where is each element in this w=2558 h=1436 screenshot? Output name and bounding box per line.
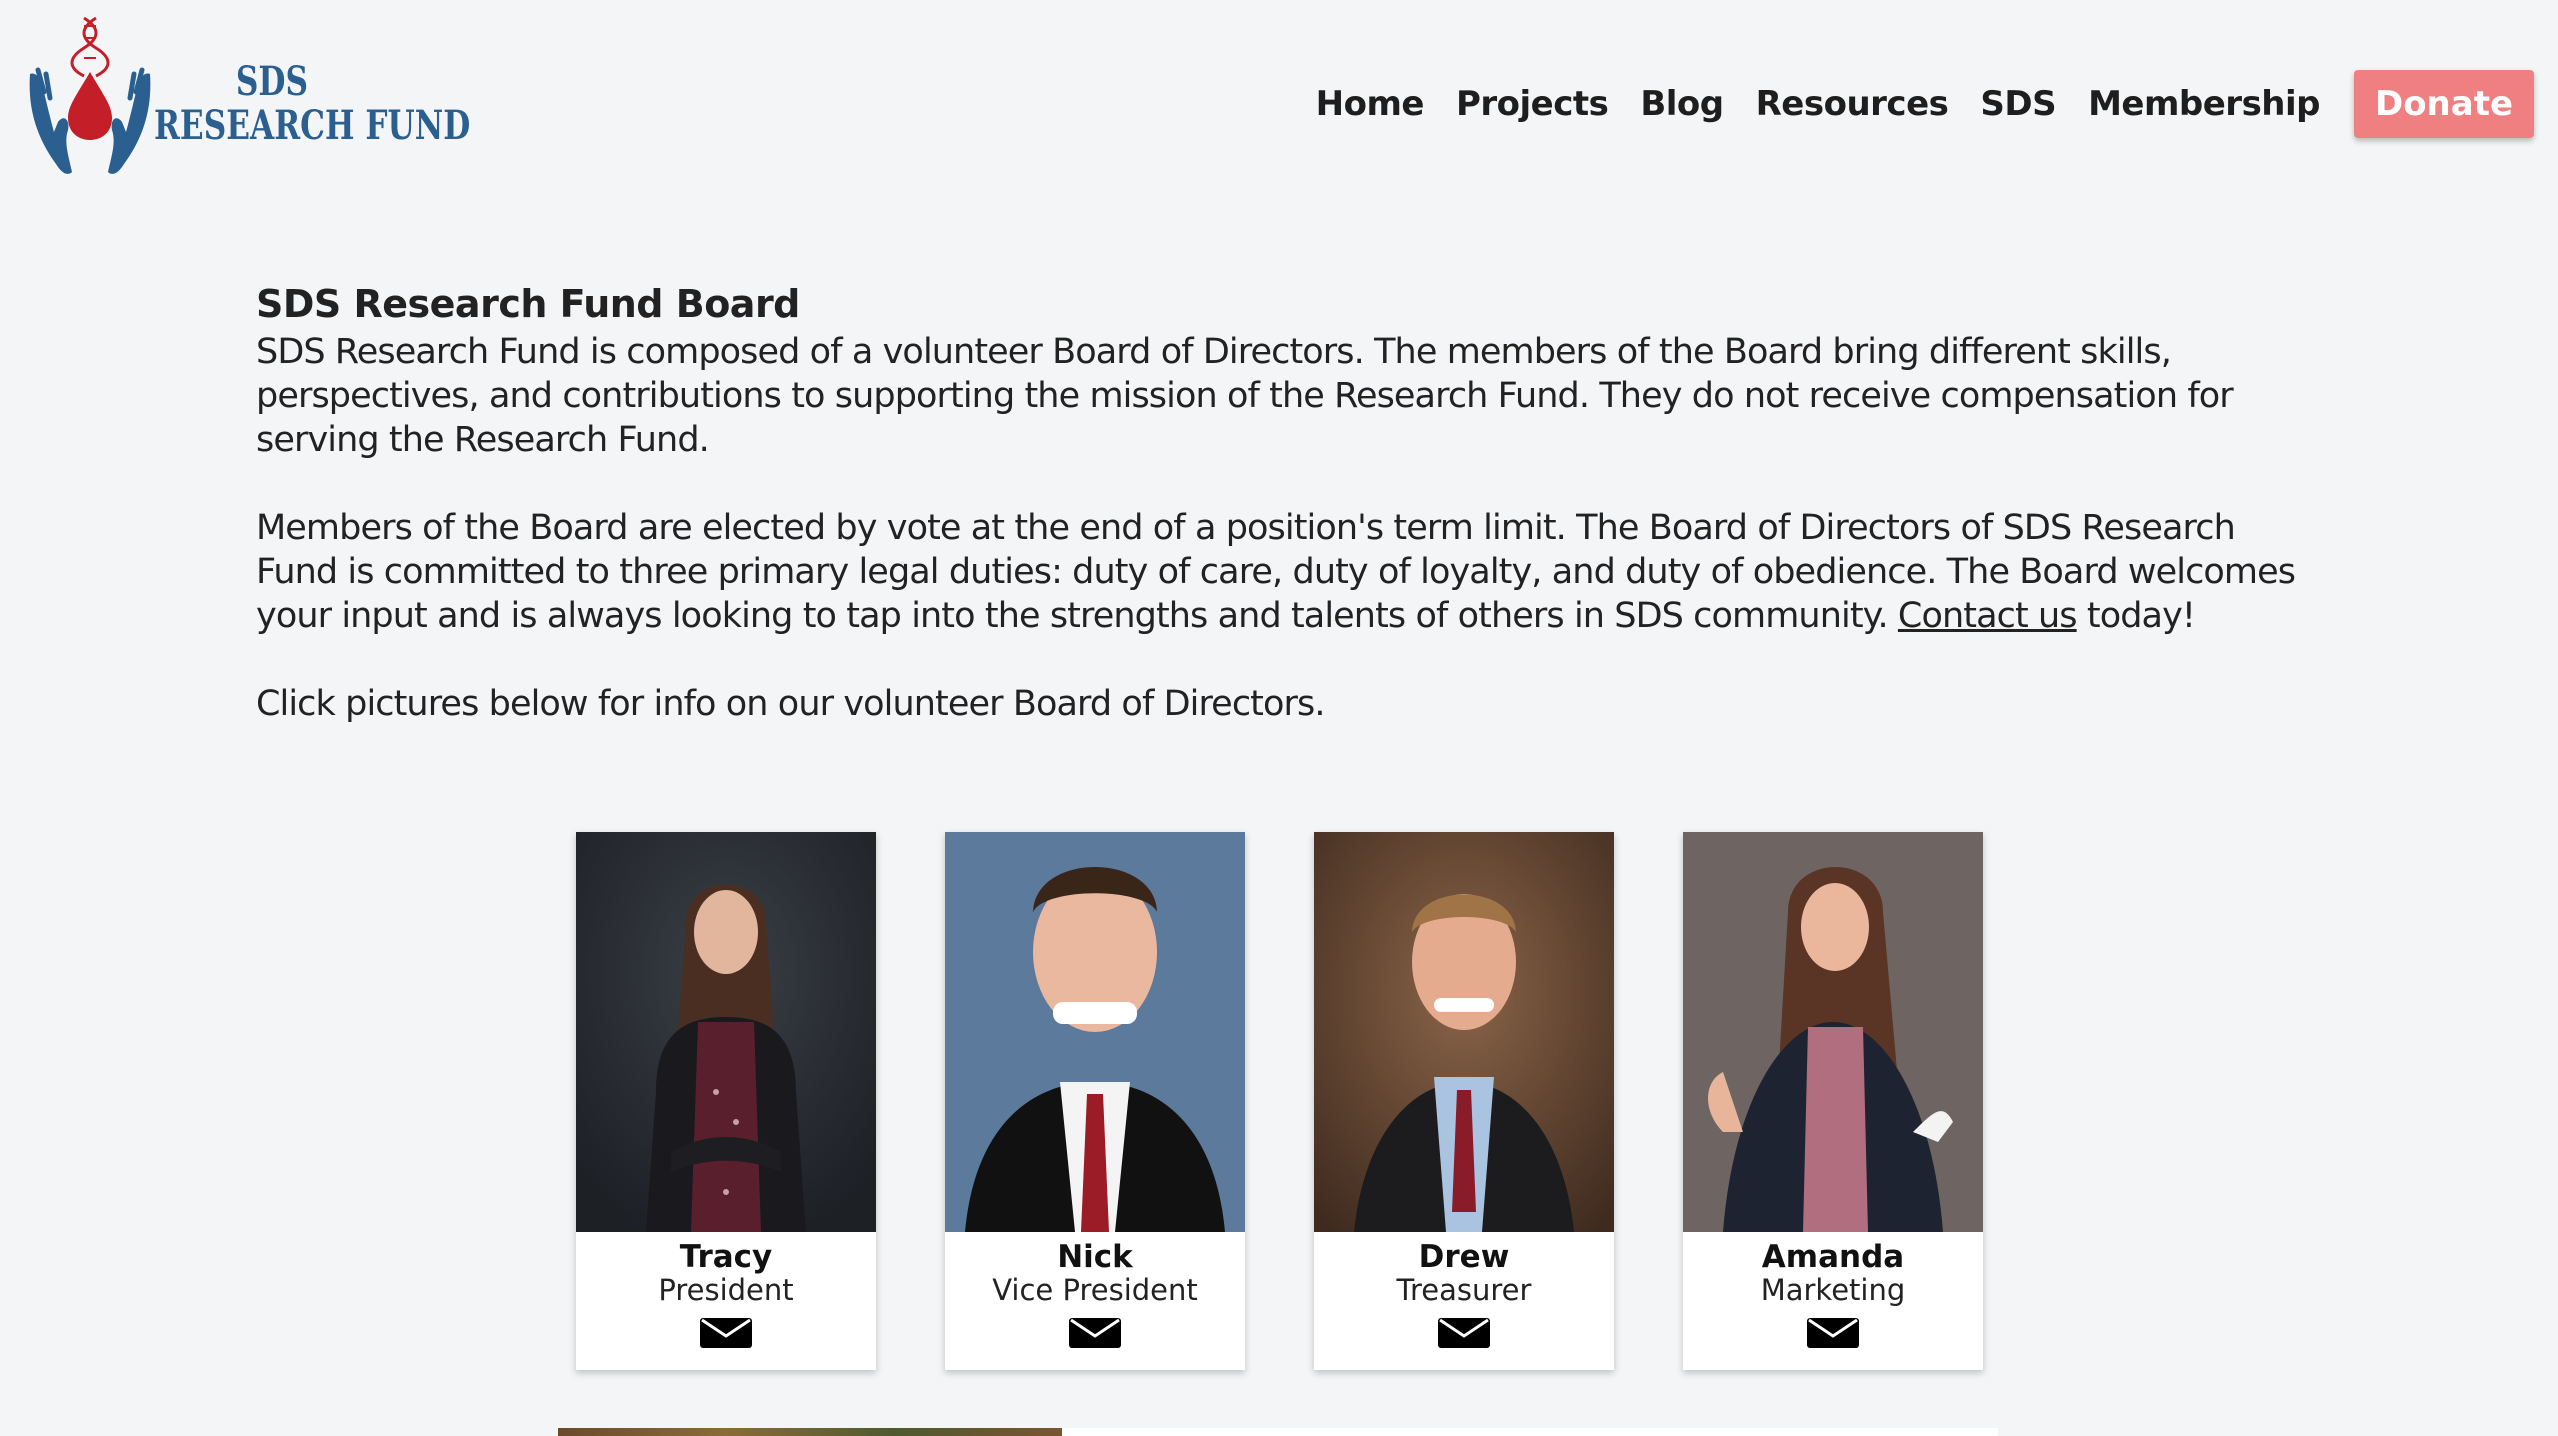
board-card-nick[interactable]: Nick Vice President (945, 832, 1245, 1370)
email-icon[interactable] (700, 1318, 752, 1348)
nav-resources[interactable]: Resources (1756, 84, 1949, 124)
board-intro: SDS Research Fund Board SDS Research Fun… (256, 278, 2316, 726)
board-member-role: Treasurer (1396, 1273, 1532, 1307)
logo-line-1: SDS (235, 58, 309, 105)
board-photo[interactable] (1314, 832, 1614, 1232)
board-card-amanda[interactable]: Amanda Marketing (1683, 832, 1983, 1370)
next-section-image (558, 1428, 1062, 1436)
board-member-name: Drew (1418, 1239, 1510, 1275)
main-nav: Home Projects Blog Resources SDS Members… (1284, 70, 2534, 138)
intro-paragraph-2: Members of the Board are elected by vote… (256, 506, 2316, 638)
intro-paragraph-2-end: today! (2076, 596, 2196, 636)
board-photo[interactable] (1683, 832, 1983, 1232)
nav-membership[interactable]: Membership (2088, 84, 2320, 124)
board-member-name: Nick (1057, 1239, 1133, 1275)
nav-blog[interactable]: Blog (1640, 84, 1724, 124)
intro-paragraph-3: Click pictures below for info on our vol… (256, 684, 1325, 724)
board-photo[interactable] (576, 832, 876, 1232)
board-member-role: President (658, 1273, 794, 1307)
board-member-name: Amanda (1761, 1239, 1905, 1275)
board-member-role: Vice President (992, 1273, 1198, 1307)
contact-us-link[interactable]: Contact us (1898, 596, 2078, 636)
nav-home[interactable]: Home (1316, 84, 1425, 124)
site-header: SDS RESEARCH FUND Home Projects Blog Res… (0, 0, 2558, 200)
logo-line-2: RESEARCH FUND (154, 102, 471, 149)
board-card-tracy[interactable]: Tracy President (576, 832, 876, 1370)
email-icon[interactable] (1807, 1318, 1859, 1348)
nav-projects[interactable]: Projects (1456, 84, 1609, 124)
donate-button[interactable]: Donate (2354, 70, 2534, 138)
board-cards: Tracy President Nick Vice President Drew… (0, 832, 2558, 1372)
board-card-drew[interactable]: Drew Treasurer (1314, 832, 1614, 1370)
logo-text: SDS RESEARCH FUND (154, 60, 470, 148)
intro-paragraph-1: SDS Research Fund is composed of a volun… (256, 332, 2234, 460)
page-title: SDS Research Fund Board (256, 282, 800, 326)
board-member-role: Marketing (1760, 1273, 1906, 1307)
email-icon[interactable] (1069, 1318, 1121, 1348)
nav-sds[interactable]: SDS (1980, 84, 2056, 124)
site-logo[interactable]: SDS RESEARCH FUND (24, 14, 470, 184)
email-icon[interactable] (1438, 1318, 1490, 1348)
board-photo[interactable] (945, 832, 1245, 1232)
board-member-name: Tracy (679, 1239, 773, 1275)
